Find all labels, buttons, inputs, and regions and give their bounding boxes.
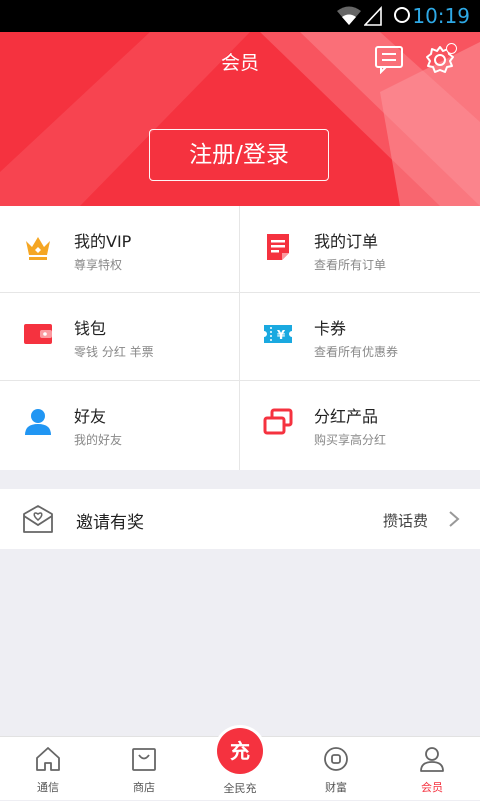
invite-envelope-icon (23, 505, 53, 533)
user-icon (420, 747, 444, 772)
tab-member[interactable]: 会员 (384, 737, 480, 801)
grid-item-subtitle: 查看所有优惠券 (314, 345, 399, 359)
grid-item-orders[interactable]: 我的订单 查看所有订单 (240, 206, 479, 293)
charge-icon[interactable]: 充 (217, 728, 263, 774)
dividend-icon (263, 408, 293, 435)
grid-item-subtitle: 零钱 分红 羊票 (74, 345, 154, 359)
tab-label: 会员 (421, 781, 443, 794)
tab-shop[interactable]: 商店 (96, 737, 192, 801)
friend-icon (25, 409, 51, 435)
wealth-icon (324, 747, 348, 771)
status-bar: 10:19 (0, 0, 480, 32)
tab-label: 商店 (133, 781, 155, 794)
grid-item-friends[interactable]: 好友 我的好友 (0, 381, 239, 468)
coupon-icon: ¥ (264, 325, 292, 343)
home-icon (36, 747, 60, 771)
notification-dot (446, 43, 457, 54)
crown-icon (26, 237, 50, 260)
svg-text:¥: ¥ (277, 328, 286, 342)
grid-item-title: 好友 (74, 407, 107, 426)
grid-item-subtitle: 尊享特权 (74, 258, 123, 272)
tab-label[interactable]: 全民充 (192, 780, 288, 796)
grid-item-title: 我的订单 (314, 232, 379, 251)
invite-label: 邀请有奖 (76, 513, 144, 533)
shop-bag-icon (132, 748, 156, 771)
member-header: 会员 注册/登录 (0, 32, 480, 206)
grid-item-wallet[interactable]: 钱包 零钱 分红 羊票 (0, 293, 239, 380)
invite-reward-row[interactable]: 邀请有奖 攒话费 (0, 489, 480, 549)
grid-item-subtitle: 查看所有订单 (314, 258, 387, 272)
grid-item-subtitle: 购买享高分红 (314, 433, 387, 447)
grid-item-title: 我的VIP (74, 232, 132, 251)
register-login-button[interactable]: 注册/登录 (149, 129, 329, 181)
tab-label: 财富 (325, 781, 347, 794)
tab-wealth[interactable]: 财富 (288, 737, 384, 801)
tab-label: 通信 (37, 781, 59, 794)
grid-item-title: 分红产品 (314, 407, 379, 426)
wallet-icon (24, 324, 52, 344)
signal-icon (364, 6, 382, 26)
grid-item-vip[interactable]: 我的VIP 尊享特权 (0, 206, 239, 293)
grid-item-dividend[interactable]: 分红产品 购买享高分红 (240, 381, 479, 468)
member-feature-grid: 我的VIP 尊享特权 我的订单 查看所有订单 钱包 零钱 分红 羊票 ¥ 卡券 … (0, 206, 480, 470)
chevron-right-icon (449, 511, 460, 527)
wifi-icon (337, 6, 361, 25)
message-icon[interactable] (374, 44, 404, 74)
status-time: 10:19 (412, 4, 470, 28)
invite-reward-text: 攒话费 (382, 512, 428, 530)
page-title: 会员 (220, 52, 259, 74)
battery-circle-icon (394, 7, 410, 23)
grid-item-subtitle: 我的好友 (74, 433, 123, 447)
grid-item-coupons[interactable]: ¥ 卡券 查看所有优惠券 (240, 293, 479, 380)
grid-item-title: 卡券 (314, 319, 347, 338)
order-icon (267, 234, 289, 260)
grid-item-title: 钱包 (74, 319, 107, 338)
tab-communication[interactable]: 通信 (0, 737, 96, 801)
